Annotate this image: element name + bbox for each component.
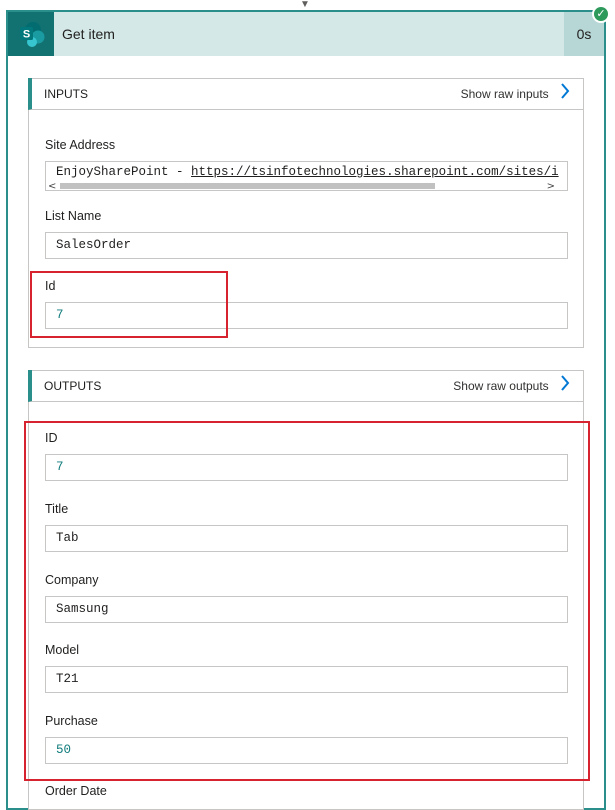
output-company-field[interactable]: Samsung: [45, 596, 568, 623]
list-name-field[interactable]: SalesOrder: [45, 232, 568, 259]
output-model-label: Model: [45, 643, 80, 657]
output-id-field[interactable]: 7: [45, 454, 568, 481]
id-input-field[interactable]: 7: [45, 302, 568, 329]
show-raw-outputs-label: Show raw outputs: [453, 379, 549, 393]
id-input-label: Id: [45, 279, 56, 293]
site-address-prefix: EnjoySharePoint -: [56, 165, 192, 179]
show-raw-inputs-link[interactable]: Show raw inputs: [461, 78, 570, 110]
output-purchase-field[interactable]: 50: [45, 737, 568, 764]
show-raw-outputs-link[interactable]: Show raw outputs: [453, 370, 570, 402]
sharepoint-icon: S: [8, 12, 54, 56]
outputs-section: OUTPUTS Show raw outputs ID 7 Title Tab …: [28, 370, 584, 810]
outputs-header: OUTPUTS Show raw outputs: [28, 370, 584, 402]
list-name-label: List Name: [45, 209, 102, 223]
output-order-date-label: Order Date: [45, 784, 107, 798]
horizontal-scrollbar[interactable]: < >: [46, 182, 567, 191]
output-company-label: Company: [45, 573, 99, 587]
scrollbar-thumb[interactable]: [60, 183, 435, 189]
chevron-right-icon: [560, 79, 570, 111]
site-address-link[interactable]: https://tsinfotechnologies.sharepoint.co…: [191, 165, 559, 179]
site-address-field[interactable]: EnjoySharePoint - https://tsinfotechnolo…: [45, 161, 568, 191]
inputs-title: INPUTS: [44, 87, 89, 101]
action-title: Get item: [62, 26, 115, 42]
inputs-header: INPUTS Show raw inputs: [28, 78, 584, 110]
show-raw-inputs-label: Show raw inputs: [460, 87, 549, 101]
success-check-icon: ✓: [592, 5, 610, 23]
action-header[interactable]: S Get item 0s: [8, 12, 604, 56]
inputs-section: INPUTS Show raw inputs Site Address Enjo…: [28, 78, 584, 348]
site-address-label: Site Address: [45, 138, 116, 152]
scroll-left-icon[interactable]: <: [48, 182, 56, 191]
output-model-field[interactable]: T21: [45, 666, 568, 693]
connector-arrow-icon: ▼: [300, 0, 310, 10]
outputs-title: OUTPUTS: [44, 379, 102, 393]
output-title-field[interactable]: Tab: [45, 525, 568, 552]
svg-text:S: S: [23, 29, 30, 41]
output-id-label: ID: [45, 431, 58, 445]
output-title-label: Title: [45, 502, 69, 516]
scroll-right-icon[interactable]: >: [547, 182, 555, 191]
chevron-right-icon: [560, 371, 570, 403]
output-purchase-label: Purchase: [45, 714, 98, 728]
